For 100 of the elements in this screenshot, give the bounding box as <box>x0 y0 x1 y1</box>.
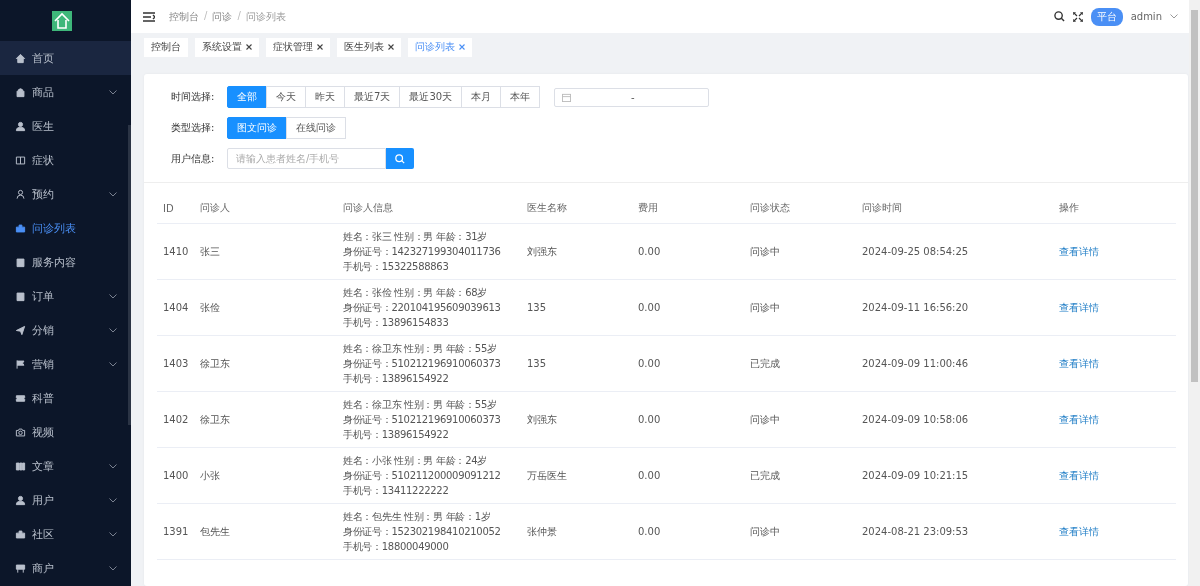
table-cell-text: 已完成 <box>750 468 781 483</box>
patient-info-line: 姓名：徐卫东 性别：男 年龄：55岁 <box>343 341 498 356</box>
table-cell-text: 2024-09-25 08:54:25 <box>862 246 970 257</box>
sidebar-item[interactable]: 文章 <box>0 449 131 483</box>
table-cell-text: 1404 <box>163 302 190 313</box>
chevron-down-icon <box>109 327 117 333</box>
table-cell-text: 问诊中 <box>750 300 781 315</box>
view-details-link[interactable]: 查看详情 <box>1059 356 1176 371</box>
breadcrumb-item[interactable]: 控制台 <box>169 9 199 24</box>
table-cell-text: 0.00 <box>638 358 662 369</box>
patient-info-line: 身份证号：510211200009091212 <box>343 468 502 483</box>
table-cell-text: 135 <box>527 358 548 369</box>
patient-info-line: 手机号：15322588863 <box>343 259 450 274</box>
table-cell-text: 小张 <box>200 468 221 483</box>
column-header: 操作 <box>1059 201 1080 215</box>
date-range-field[interactable]: - <box>554 87 710 107</box>
user-menu[interactable]: admin <box>1130 11 1162 22</box>
house-logo-icon <box>52 10 72 31</box>
patient-info-line: 姓名：张俭 性别：男 年龄：68岁 <box>343 285 488 300</box>
search-icon <box>395 153 405 164</box>
search-field[interactable]: 请输入患者姓名/手机号 <box>227 148 386 169</box>
patient-info-line: 身份证号：142327199304011736 <box>343 244 502 259</box>
chevron-down-icon <box>109 361 117 367</box>
time-option-button[interactable]: 最近7天 <box>344 86 401 108</box>
time-option-button[interactable]: 今天 <box>266 86 306 108</box>
chevron-down-icon <box>109 463 117 469</box>
page-scrollbar[interactable] <box>1189 0 1200 586</box>
column-header: 医生名称 <box>527 201 568 215</box>
search-button[interactable] <box>386 148 414 169</box>
scrollbar-thumb[interactable] <box>1191 10 1198 382</box>
column-header: 问诊人 <box>200 201 231 215</box>
sidebar-item[interactable]: 预约 <box>0 177 131 211</box>
filter-label: 类型选择: <box>171 121 216 135</box>
sidebar-item[interactable]: 服务内容 <box>0 245 131 279</box>
sidebar-item[interactable]: 问诊列表 <box>0 211 131 245</box>
breadcrumb-item: 问诊列表 <box>245 9 286 24</box>
type-option-button[interactable]: 在线问诊 <box>286 117 346 139</box>
view-details-link[interactable]: 查看详情 <box>1059 524 1176 539</box>
table-cell-text: 2024-09-09 10:58:06 <box>862 414 970 425</box>
close-icon[interactable] <box>317 44 323 50</box>
role-badge: 平台 <box>1090 7 1123 26</box>
table-cell-text: 1402 <box>163 414 190 425</box>
table-cell-text: 已完成 <box>750 356 781 371</box>
sidebar-item[interactable]: 分销 <box>0 313 131 347</box>
patient-info-line: 姓名：小张 性别：男 年龄：24岁 <box>343 453 488 468</box>
patient-info-line: 身份证号：510212196910060373 <box>343 412 502 427</box>
time-option-button[interactable]: 最近30天 <box>399 86 463 108</box>
table-cell-text: 135 <box>527 302 548 313</box>
time-option-button[interactable]: 本月 <box>461 86 502 108</box>
sidebar-item[interactable]: 用户 <box>0 483 131 517</box>
filter-label: 用户信息: <box>171 151 216 166</box>
sidebar-item[interactable]: 社区 <box>0 517 131 551</box>
page-tab[interactable]: 系统设置 <box>195 37 259 57</box>
patient-info-line: 手机号：18800049000 <box>343 539 450 554</box>
column-header: 问诊时间 <box>862 201 903 215</box>
sidebar-scrollbar[interactable] <box>128 125 131 425</box>
sidebar-item[interactable]: 订单 <box>0 279 131 313</box>
sidebar-item[interactable]: 医生 <box>0 109 131 143</box>
view-details-link[interactable]: 查看详情 <box>1059 300 1176 315</box>
breadcrumb-separator: / <box>237 9 241 23</box>
sidebar-item[interactable]: 营销 <box>0 347 131 381</box>
table-cell-text: 刘强东 <box>527 244 558 259</box>
view-details-link[interactable]: 查看详情 <box>1059 244 1176 259</box>
table-cell-text: 张三 <box>200 244 221 259</box>
table-cell-text: 2024-09-09 11:00:46 <box>862 358 970 369</box>
table-cell-text: 1400 <box>163 470 190 481</box>
sidebar-item[interactable]: 商品 <box>0 75 131 109</box>
chevron-down-icon[interactable] <box>1170 14 1178 19</box>
table-cell-text: 问诊中 <box>750 412 781 427</box>
view-details-link[interactable]: 查看详情 <box>1059 468 1176 483</box>
column-header: ID <box>163 202 175 214</box>
time-option-button[interactable]: 本年 <box>500 86 541 108</box>
patient-info-line: 手机号：13411222222 <box>343 483 450 498</box>
filter-label: 时间选择: <box>171 90 216 104</box>
patient-info-line: 姓名：徐卫东 性别：男 年龄：55岁 <box>343 397 498 412</box>
fullscreen-icon[interactable] <box>1072 11 1083 22</box>
time-option-button[interactable]: 昨天 <box>305 86 345 108</box>
close-icon[interactable] <box>388 44 394 50</box>
chevron-down-icon <box>109 565 117 571</box>
table-cell-text: 0.00 <box>638 302 662 313</box>
patient-info-line: 身份证号：152302198410210052 <box>343 524 502 539</box>
table-cell-text: 万岳医生 <box>527 468 568 483</box>
view-details-link[interactable]: 查看详情 <box>1059 412 1176 427</box>
sidebar-item[interactable]: 商户 <box>0 551 131 585</box>
close-icon[interactable] <box>246 44 252 50</box>
page-tab[interactable]: 医生列表 <box>337 37 401 57</box>
sidebar-item[interactable]: 症状 <box>0 143 131 177</box>
page-tab[interactable]: 控制台 <box>144 37 188 57</box>
chevron-down-icon <box>109 191 117 197</box>
chevron-down-icon <box>109 531 117 537</box>
sidebar-item[interactable]: 首页 <box>0 41 131 75</box>
column-header: 费用 <box>638 201 659 215</box>
search-icon[interactable] <box>1053 11 1065 22</box>
sidebar-item[interactable]: 科普 <box>0 381 131 415</box>
table-cell-text: 刘强东 <box>527 412 558 427</box>
table-cell-text: 问诊中 <box>750 244 781 259</box>
page-tab[interactable]: 症状管理 <box>266 37 330 57</box>
breadcrumb-item[interactable]: 问诊 <box>212 9 233 24</box>
table-cell-text: 1391 <box>163 526 190 537</box>
sidebar-item[interactable]: 视频 <box>0 415 131 449</box>
